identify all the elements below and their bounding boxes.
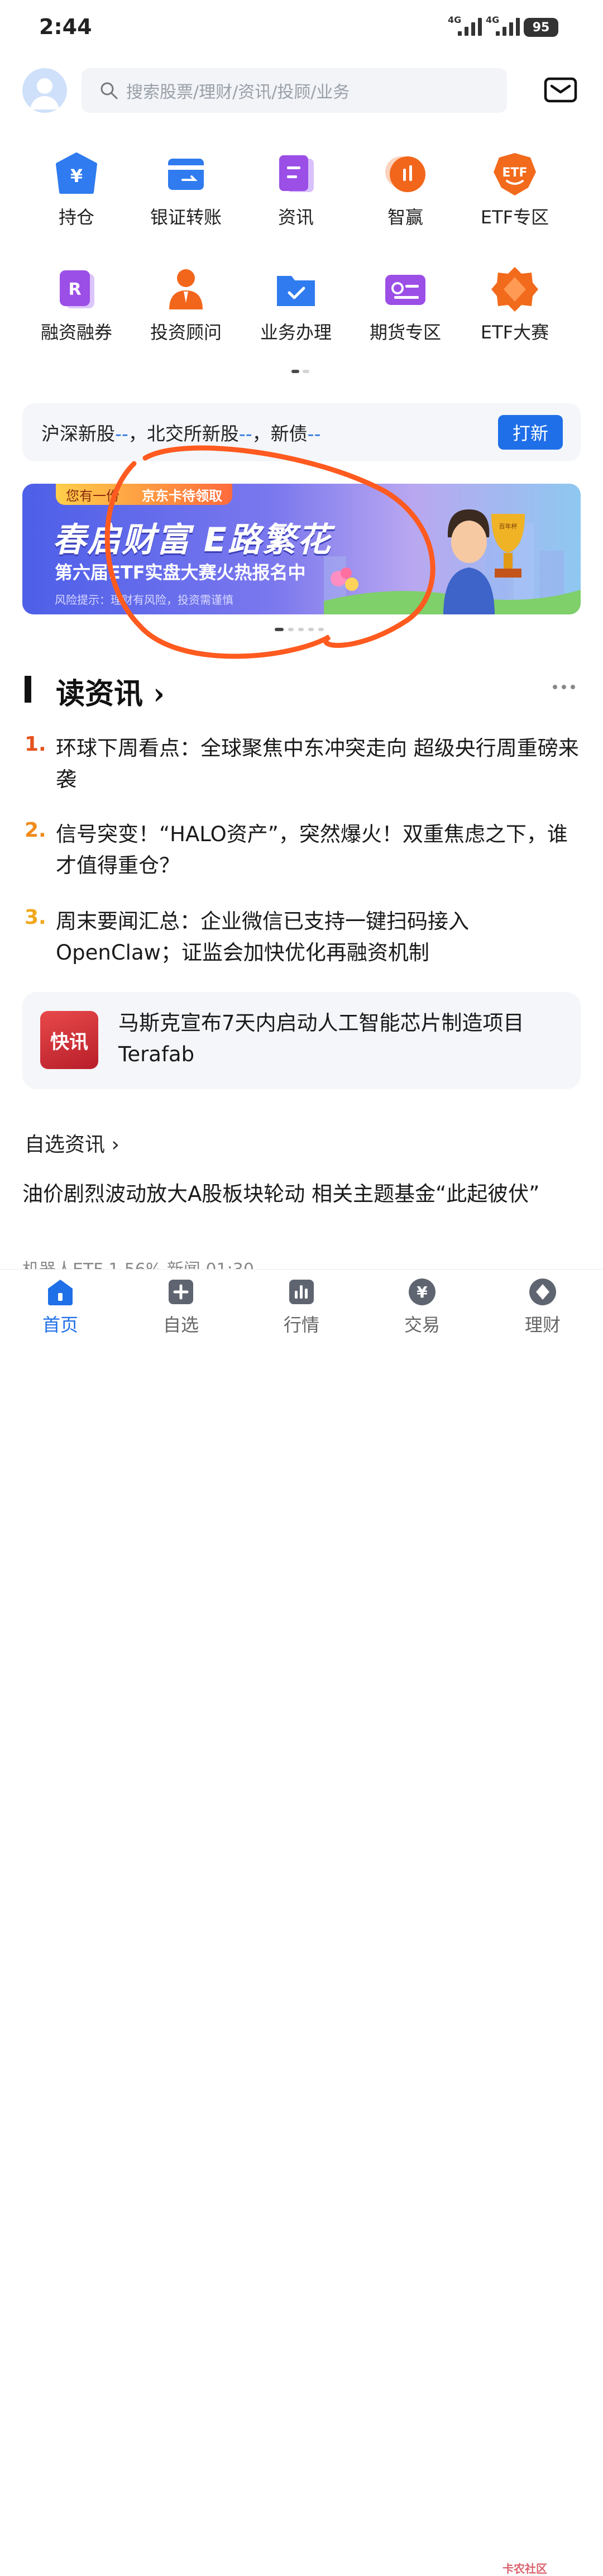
wealth-icon bbox=[528, 1277, 557, 1306]
mail-icon[interactable] bbox=[544, 77, 577, 103]
watchlist-meta: 机器人ETF 1.56% 新闻 01:30 bbox=[22, 1256, 581, 1269]
svg-text:¥: ¥ bbox=[417, 1283, 428, 1301]
search-input[interactable]: 搜索股票/理财/资讯/投顾/业务 bbox=[82, 68, 507, 113]
ipo-summary: 沪深新股--，北交所新股--，新债-- bbox=[41, 423, 321, 445]
grid-item-margin[interactable]: R 融资融券 bbox=[21, 266, 132, 344]
yen-circle-icon: ¥ bbox=[408, 1277, 437, 1306]
tab-watchlist[interactable]: 自选 bbox=[142, 1277, 220, 1337]
etf-icon: ETF bbox=[491, 151, 538, 198]
tab-trade[interactable]: ¥ 交易 bbox=[383, 1277, 461, 1337]
watchlist-news-title[interactable]: 自选资讯 › bbox=[25, 1128, 119, 1157]
grid-item-etf-contest[interactable]: ETF大赛 bbox=[459, 266, 571, 344]
grid-item-futures[interactable]: 期货专区 bbox=[350, 266, 461, 344]
status-bar: 2:44 4G 4G 95 bbox=[0, 0, 603, 56]
grid-item-holdings[interactable]: ¥ 持仓 bbox=[21, 151, 132, 229]
margin-icon: R bbox=[53, 266, 100, 313]
clock: 2:44 bbox=[39, 15, 92, 39]
folder-check-icon bbox=[272, 266, 319, 313]
banner-subtitle: 第六届ETF实盘大赛火热报名中 bbox=[55, 562, 306, 583]
news-icon bbox=[272, 151, 319, 198]
grid-item-news[interactable]: 资讯 bbox=[240, 151, 352, 229]
grid-item-bank-transfer[interactable]: 银证转账 bbox=[130, 151, 242, 229]
home-icon bbox=[46, 1277, 75, 1306]
watermark: 卡农社区 bbox=[502, 2562, 547, 2575]
banner-tag: 您有一份 京东卡待领取 bbox=[56, 484, 232, 505]
news-section-title: 读资讯 › bbox=[56, 677, 165, 711]
battery-indicator: 95 bbox=[524, 18, 558, 37]
svg-text:R: R bbox=[68, 280, 81, 299]
bottom-tab-bar: 首页 自选 行情 ¥ 交易 理财 卡农社区 bbox=[0, 1269, 603, 2575]
tab-home[interactable]: 首页 bbox=[21, 1277, 99, 1337]
svg-text:¥: ¥ bbox=[70, 165, 83, 187]
avatar[interactable] bbox=[22, 68, 67, 113]
chart-circle-icon bbox=[382, 151, 429, 198]
banner-page-indicator bbox=[275, 628, 324, 631]
promo-banner[interactable]: 百年杯 您有一份 京东卡待领取 春启财富 E路繁花 第六届ETF实盘大赛火热报名中… bbox=[22, 484, 581, 614]
svg-text:ETF: ETF bbox=[502, 166, 527, 180]
grid-item-etf-zone[interactable]: ETF ETF专区 bbox=[459, 151, 571, 229]
grid-item-zhiying[interactable]: 智赢 bbox=[350, 151, 461, 229]
grid-item-business[interactable]: 业务办理 bbox=[240, 266, 352, 344]
search-placeholder: 搜索股票/理财/资讯/投顾/业务 bbox=[126, 83, 350, 102]
top-bar: 搜索股票/理财/资讯/投顾/业务 bbox=[0, 66, 603, 116]
advisor-icon bbox=[162, 266, 209, 313]
tab-market[interactable]: 行情 bbox=[262, 1277, 341, 1337]
tab-wealth[interactable]: 理财 bbox=[504, 1277, 582, 1337]
watchlist-headline[interactable]: 油价剧烈波动放大A股板块轮动 相关主题基金“此起彼伏” bbox=[22, 1179, 581, 1210]
grid-page-indicator bbox=[291, 370, 309, 373]
ipo-subscribe-button[interactable]: 打新 bbox=[498, 415, 563, 450]
card-transfer-icon bbox=[162, 151, 209, 198]
plus-box-icon bbox=[166, 1277, 195, 1306]
section-marker bbox=[25, 676, 31, 703]
futures-icon bbox=[382, 266, 429, 313]
search-icon bbox=[100, 82, 118, 99]
bar-chart-icon bbox=[287, 1277, 316, 1306]
trophy-icon: 百年杯 bbox=[491, 514, 525, 578]
banner-risk-note: 风险提示：理财有风险，投资需谨慎 bbox=[55, 593, 233, 607]
more-icon[interactable] bbox=[553, 685, 575, 689]
wallet-icon: ¥ bbox=[53, 151, 100, 198]
flash-badge: 快讯 bbox=[40, 1011, 98, 1069]
flash-news-text: 马斯克宣布7天内启动人工智能芯片制造项目Terafab bbox=[118, 1011, 524, 1066]
flash-news-card[interactable]: 快讯 马斯克宣布7天内启动人工智能芯片制造项目Terafab bbox=[22, 992, 581, 1089]
banner-title: 春启财富 E路繁花 bbox=[52, 521, 332, 560]
ipo-bar[interactable]: 沪深新股--，北交所新股--，新债-- 打新 bbox=[22, 403, 581, 461]
news-section-header[interactable]: 读资讯 › bbox=[22, 670, 581, 711]
signal-1-icon: 4G bbox=[448, 15, 482, 36]
grid-item-advisor[interactable]: 投资顾问 bbox=[130, 266, 242, 344]
svg-text:百年杯: 百年杯 bbox=[499, 522, 518, 530]
signal-2-icon: 4G bbox=[486, 15, 520, 36]
contest-badge-icon bbox=[491, 266, 538, 313]
